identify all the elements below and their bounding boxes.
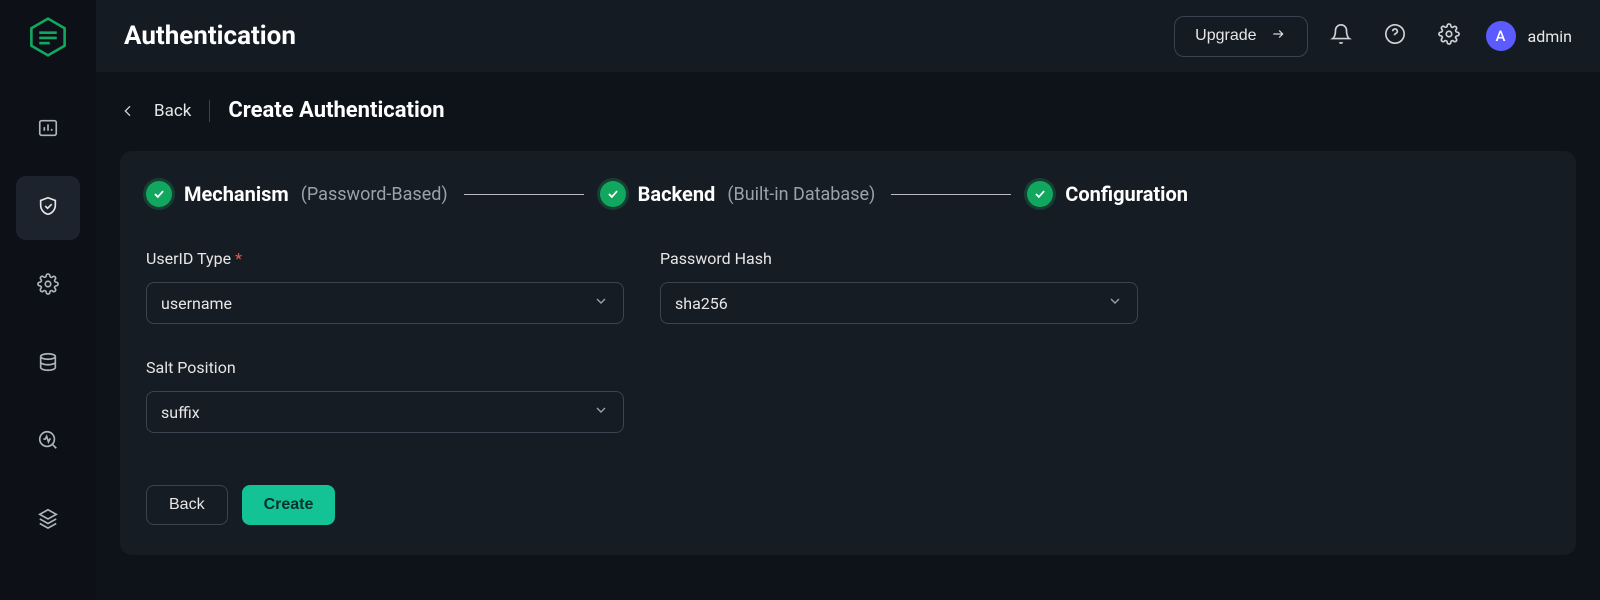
step-title: Backend	[638, 182, 716, 206]
sidebar-item-settings[interactable]	[16, 254, 80, 318]
help-circle-icon	[1384, 23, 1406, 49]
layers-icon	[37, 507, 59, 533]
sidebar-item-diagnose[interactable]	[16, 410, 80, 474]
check-circle-icon	[1027, 181, 1053, 207]
check-circle-icon	[146, 181, 172, 207]
sidebar-item-stack[interactable]	[16, 488, 80, 552]
step-mechanism[interactable]: Mechanism (Password-Based)	[146, 181, 448, 207]
chevron-down-icon	[1107, 293, 1123, 313]
arrow-right-icon	[1269, 27, 1287, 46]
back-chevron-button[interactable]	[120, 103, 136, 119]
sidebar-item-database[interactable]	[16, 332, 80, 396]
username-label: admin	[1528, 27, 1572, 46]
database-icon	[37, 351, 59, 377]
content: Back Create Authentication Mechanism (Pa…	[96, 72, 1600, 600]
product-logo	[25, 14, 71, 60]
settings-button[interactable]	[1428, 15, 1470, 57]
select-value: sha256	[675, 294, 728, 313]
back-link[interactable]: Back	[154, 101, 191, 121]
breadcrumb-divider	[209, 100, 210, 122]
stepper: Mechanism (Password-Based) Backend (Buil…	[146, 181, 1550, 207]
topbar: Authentication Upgrade A admin	[96, 0, 1600, 72]
upgrade-button[interactable]: Upgrade	[1174, 16, 1307, 57]
chevron-down-icon	[593, 293, 609, 313]
notifications-button[interactable]	[1320, 15, 1362, 57]
sidebar-item-dashboard[interactable]	[16, 98, 80, 162]
salt-position-select[interactable]: suffix	[146, 391, 624, 433]
gear-icon	[1438, 23, 1460, 49]
select-value: username	[161, 294, 232, 313]
step-connector	[891, 194, 1011, 195]
chevron-down-icon	[593, 402, 609, 422]
breadcrumb-title: Create Authentication	[228, 98, 444, 123]
sidebar-item-security[interactable]	[16, 176, 80, 240]
help-button[interactable]	[1374, 15, 1416, 57]
step-backend[interactable]: Backend (Built-in Database)	[600, 181, 876, 207]
salt-position-label: Salt Position	[146, 358, 624, 377]
required-marker: *	[235, 249, 242, 268]
avatar[interactable]: A	[1486, 21, 1516, 51]
step-configuration[interactable]: Configuration	[1027, 181, 1188, 207]
step-connector	[464, 194, 584, 195]
page-title: Authentication	[124, 21, 296, 51]
select-value: suffix	[161, 403, 200, 422]
userid-type-label: UserID Type*	[146, 249, 624, 268]
button-row: Back Create	[146, 485, 1550, 525]
shield-icon	[37, 195, 59, 221]
step-title: Mechanism	[184, 182, 289, 206]
activity-search-icon	[37, 429, 59, 455]
back-button[interactable]: Back	[146, 485, 228, 525]
step-title: Configuration	[1065, 182, 1188, 206]
password-hash-label: Password Hash	[660, 249, 1138, 268]
bar-chart-icon	[37, 117, 59, 143]
password-hash-select[interactable]: sha256	[660, 282, 1138, 324]
userid-type-select[interactable]: username	[146, 282, 624, 324]
check-circle-icon	[600, 181, 626, 207]
sidebar	[0, 0, 96, 600]
step-subtitle: (Built-in Database)	[727, 184, 875, 205]
config-card: Mechanism (Password-Based) Backend (Buil…	[120, 151, 1576, 555]
create-button[interactable]: Create	[242, 485, 336, 525]
main: Authentication Upgrade A admin	[96, 0, 1600, 600]
gear-cog-icon	[37, 273, 59, 299]
step-subtitle: (Password-Based)	[301, 184, 448, 205]
breadcrumb: Back Create Authentication	[120, 98, 1576, 123]
upgrade-label: Upgrade	[1195, 27, 1256, 45]
bell-icon	[1330, 23, 1352, 49]
